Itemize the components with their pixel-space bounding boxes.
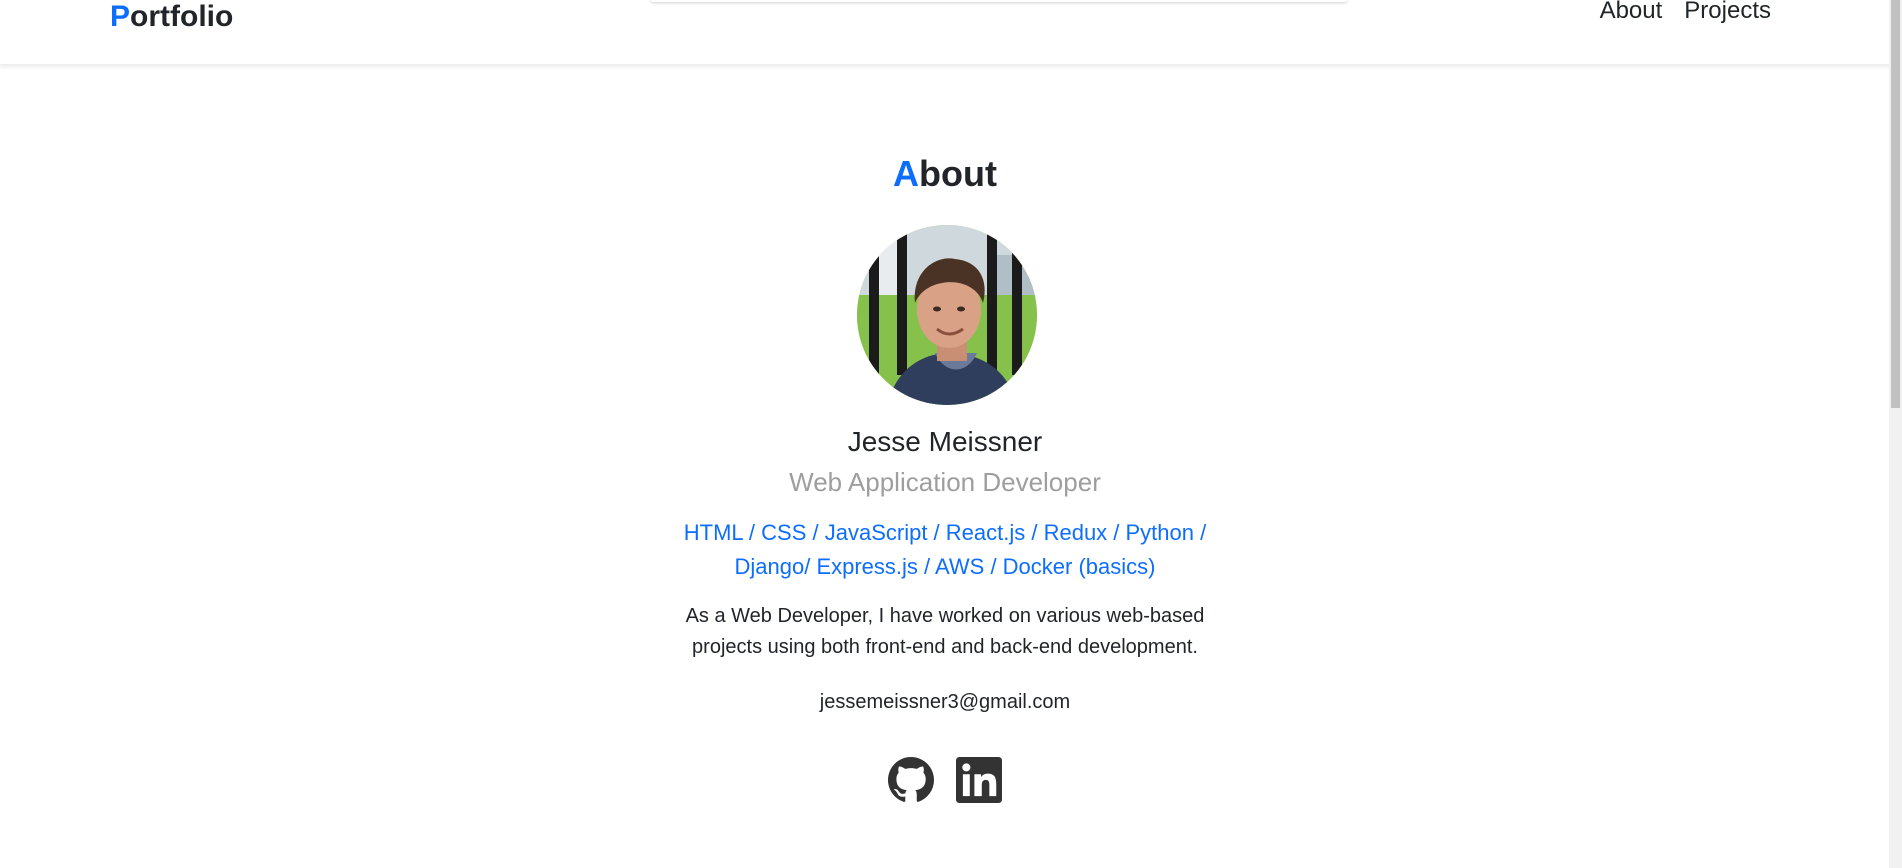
nav-link-about[interactable]: About [1600,0,1663,23]
avatar [857,225,1037,405]
profile-photo [857,225,1037,405]
top-bar-edge [650,0,1348,2]
profile-role: Web Application Developer [789,467,1101,497]
brand-text: ortfolio [130,0,234,33]
page: Portfolio About Projects About Jesse Mei… [0,0,1902,868]
navbar: Portfolio About Projects [0,0,1900,65]
nav-links: About Projects [1600,0,1771,23]
scrollbar-thumb[interactable] [1891,0,1900,408]
about-heading-rest: bout [919,153,997,194]
linkedin-icon[interactable] [956,757,1002,803]
page-scrollbar[interactable] [1889,0,1902,868]
social-links [888,757,1002,803]
about-heading: About [0,150,1890,198]
brand-logo-link[interactable]: Portfolio [110,0,233,34]
profile-name: Jesse Meissner [847,426,1043,457]
skills-list: HTML / CSS / JavaScript / React.js / Red… [683,520,1207,579]
bio-text: As a Web Developer, I have worked on var… [685,605,1205,658]
about-heading-initial: A [893,153,920,194]
brand-initial: P [110,0,131,33]
email-text: jessemeissner3@gmail.com [819,691,1071,713]
nav-link-projects[interactable]: Projects [1684,0,1771,23]
github-icon[interactable] [888,757,934,803]
